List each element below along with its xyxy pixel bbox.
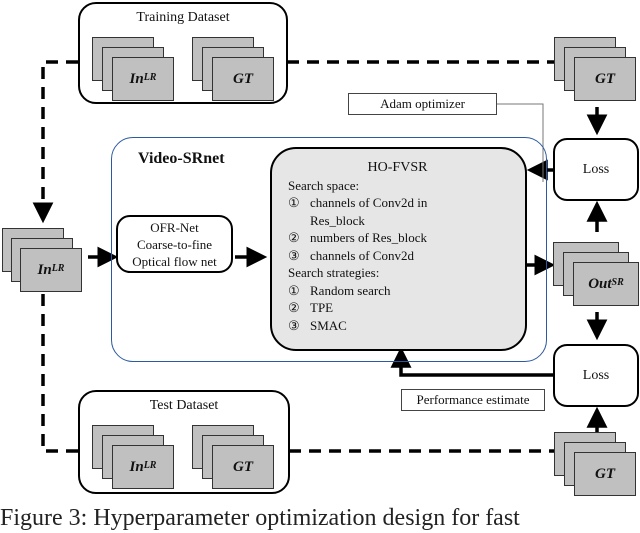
training-input-frame: In LR — [112, 57, 174, 101]
ofr-net-description: Optical flow net — [132, 253, 217, 269]
ofr-net-subtitle: Coarse-to-fine — [136, 236, 213, 252]
loss-bottom-box: Loss — [553, 344, 639, 407]
search-space-item: ② numbers of Res_block — [288, 230, 427, 245]
input-sup: LR — [51, 262, 65, 274]
performance-estimate-label: Performance estimate — [401, 389, 545, 411]
training-gt-frame: GT — [212, 57, 274, 101]
ho-fvsr-title: HO-FVSR — [367, 160, 428, 175]
loss-top-box: Loss — [553, 138, 639, 201]
loss-bottom-label: Loss — [582, 367, 610, 383]
video-srnet-title: Video-SRnet — [138, 150, 225, 167]
ofr-net-title: OFR-Net — [150, 219, 199, 235]
training-input-sup: LR — [143, 71, 157, 83]
search-space-item: ③ channels of Conv2d — [288, 247, 414, 263]
outsr-frame: Out SR — [573, 262, 639, 306]
test-gt-frame: GT — [212, 445, 274, 489]
test-dataset-title: Test Dataset — [149, 398, 219, 413]
strategy-item: ① Random search — [288, 282, 391, 298]
search-space-item: Res_block — [310, 212, 365, 228]
outsr-sup: SR — [611, 276, 624, 288]
ofr-net-box: OFR-Net Coarse-to-fine Optical flow net — [116, 215, 233, 273]
adam-optimizer-label: Adam optimizer — [348, 93, 497, 115]
gt-bottom-label: GT — [595, 465, 615, 482]
input-label: In — [37, 261, 52, 278]
training-dataset-box: Training Dataset In LR GT — [78, 2, 288, 104]
gt-bottom-frame: GT — [574, 452, 636, 496]
loss-top-label: Loss — [582, 161, 610, 177]
search-space-label: Search space: — [288, 177, 360, 193]
gt-top-label: GT — [595, 70, 615, 87]
search-strategies-label: Search strategies: — [288, 265, 380, 280]
training-dataset-title: Training Dataset — [136, 10, 230, 25]
train-to-input-dashed — [32, 60, 78, 224]
search-space-item: ① channels of Conv2d in — [288, 195, 428, 210]
strategy-item: ② TPE — [288, 300, 334, 315]
test-input-frame: In LR — [112, 445, 174, 489]
training-input-label: In — [129, 70, 144, 87]
test-gt-label: GT — [233, 458, 253, 475]
input-frame: In LR — [20, 248, 82, 292]
strategy-item: ③ SMAC — [288, 317, 347, 333]
test-input-sup: LR — [143, 459, 157, 471]
outsr-label: Out — [588, 275, 612, 292]
test-dataset-box: Test Dataset In LR GT — [78, 390, 290, 494]
training-gt-label: GT — [233, 70, 253, 87]
figure-caption: Figure 3: Hyperparameter optimization de… — [0, 505, 520, 531]
test-to-input-dashed — [32, 266, 78, 453]
ho-fvsr-box: HO-FVSR Search space: ① channels of Conv2… — [270, 147, 527, 351]
gt-top-frame: GT — [574, 57, 636, 101]
test-input-label: In — [129, 458, 144, 475]
